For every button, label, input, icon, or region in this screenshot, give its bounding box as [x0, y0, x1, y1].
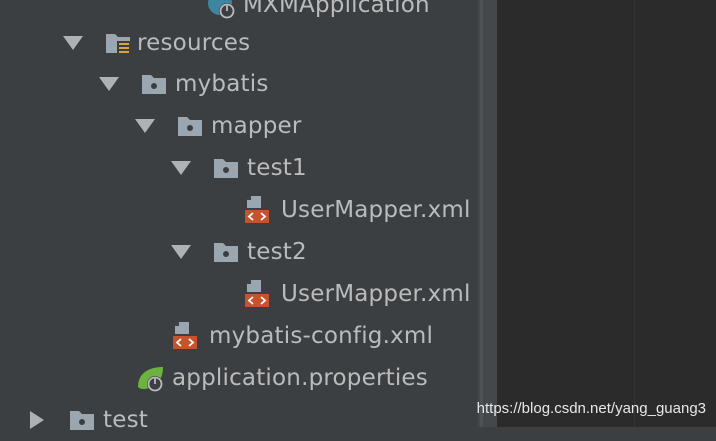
tree-item-application-properties[interactable]: application.properties [135, 357, 428, 399]
tree-item-label: test1 [247, 155, 307, 181]
tree-item-usermapper-xml-test1[interactable]: UserMapper.xml [243, 189, 471, 231]
tree-item-label: mybatis [175, 71, 269, 97]
tree-item-label: test2 [247, 239, 307, 265]
tree-item-label: UserMapper.xml [281, 281, 471, 307]
expand-arrow-icon[interactable] [135, 119, 155, 133]
expand-arrow-icon[interactable] [171, 161, 191, 175]
expand-arrow-icon[interactable] [63, 36, 83, 50]
tree-item-label: application.properties [172, 365, 428, 391]
project-tree: MXMApplication resources mybatis mapper [0, 0, 478, 433]
tree-item-label: UserMapper.xml [281, 197, 471, 223]
spring-properties-icon [138, 367, 163, 392]
tree-item-mybatis[interactable]: mybatis [99, 63, 269, 105]
tree-item-mybatis-config-xml[interactable]: mybatis-config.xml [171, 315, 433, 357]
expand-arrow-icon[interactable] [99, 77, 119, 91]
tree-item-label: resources [137, 30, 251, 56]
folder-icon [178, 117, 202, 136]
xml-file-icon [245, 196, 269, 223]
tree-item-test1[interactable]: test1 [171, 147, 307, 189]
editor-area [497, 0, 716, 427]
resources-folder-icon [106, 34, 131, 55]
xml-file-icon [173, 322, 197, 349]
tree-item-test[interactable]: test [27, 399, 148, 441]
collapse-arrow-icon[interactable] [30, 411, 44, 429]
folder-icon [142, 75, 166, 94]
panel-splitter[interactable] [478, 0, 497, 427]
watermark: https://blog.csdn.net/yang_guang3 [476, 400, 706, 417]
tree-item-usermapper-xml-test2[interactable]: UserMapper.xml [243, 273, 471, 315]
expand-arrow-icon[interactable] [171, 245, 191, 259]
tree-item-test2[interactable]: test2 [171, 231, 307, 273]
tree-item-label: MXMApplication [243, 0, 430, 18]
folder-icon [214, 159, 238, 178]
xml-file-icon [245, 280, 269, 307]
folder-icon [214, 243, 238, 262]
tree-item-mapper[interactable]: mapper [135, 105, 302, 147]
tree-item-label: mapper [211, 113, 302, 139]
tree-item-label: mybatis-config.xml [209, 323, 434, 349]
spring-boot-app-icon [208, 0, 235, 19]
right-margin-guide [634, 0, 635, 427]
folder-icon [70, 411, 94, 430]
tree-item-label: test [103, 407, 148, 433]
splitter-ridge [480, 0, 483, 427]
tree-item-resources[interactable]: resources [63, 22, 250, 64]
